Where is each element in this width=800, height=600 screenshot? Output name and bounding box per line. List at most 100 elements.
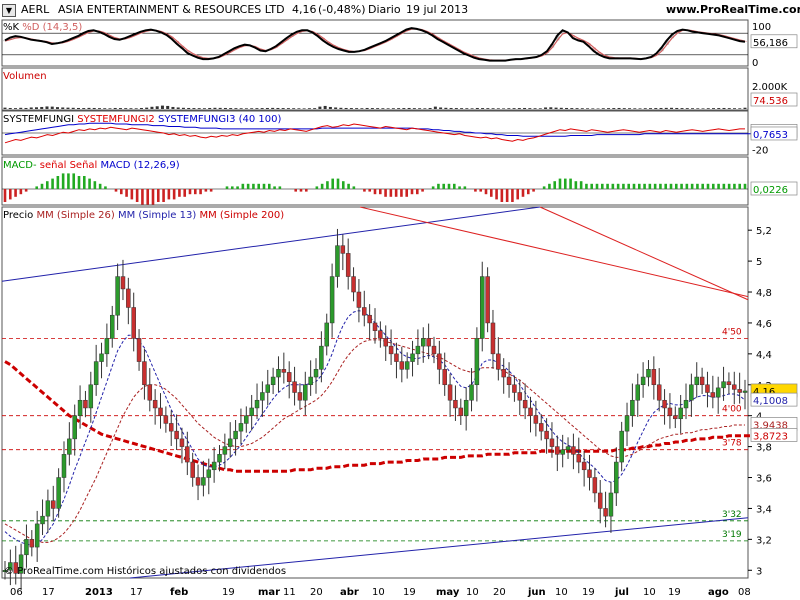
macd-histogram-bar <box>722 183 726 189</box>
macd-histogram-bar <box>347 183 350 189</box>
level-label-4: 3'19 <box>722 530 742 540</box>
candle-body <box>303 384 308 401</box>
candle-body <box>115 276 120 316</box>
macd-histogram-bar <box>368 189 372 192</box>
volume-bar <box>643 108 647 109</box>
stochastic-tick-100: 100 <box>752 22 771 33</box>
candle-body <box>673 415 678 420</box>
macd-histogram-bar <box>569 178 572 189</box>
volume-bar <box>481 108 485 109</box>
volume-bar <box>376 108 380 109</box>
macd-histogram-bar <box>294 189 298 192</box>
price-tick-11: 3 <box>756 566 762 577</box>
macd-legend-2: señal Señal <box>39 160 98 171</box>
x-tick-8: 20 <box>310 587 323 598</box>
volume-bar <box>412 108 416 109</box>
macd-histogram-bar <box>553 181 557 189</box>
macd-histogram-bar <box>273 186 276 189</box>
price-legend-4: MM (Simple 200) <box>199 210 285 221</box>
volume-bar <box>696 108 700 109</box>
macd-histogram-bar <box>664 183 668 189</box>
macd-histogram-bar <box>505 189 509 202</box>
volume-bar <box>365 107 369 109</box>
candle-body <box>109 314 115 339</box>
chart-canvas[interactable]: 100056,1862.000K74.5360-200,85220,76530,… <box>0 0 800 600</box>
price-tick-1: 5 <box>756 257 762 268</box>
volume-tick: 2.000K <box>752 82 788 93</box>
macd-histogram-bar <box>98 183 102 189</box>
candle-body <box>152 399 158 409</box>
candle-body <box>163 415 169 424</box>
volume-bar <box>3 107 7 109</box>
candle-body <box>77 399 83 416</box>
candle-body <box>732 384 737 390</box>
volume-bar <box>491 108 495 109</box>
macd-histogram-bar <box>622 183 625 189</box>
price-tick-9: 3,4 <box>756 504 772 515</box>
candle-body <box>292 381 297 393</box>
volume-bar <box>192 108 196 109</box>
candle-body <box>571 446 576 455</box>
volume-bar <box>512 108 516 109</box>
volume-bar <box>691 108 695 109</box>
candle-body <box>329 276 335 324</box>
volume-bar <box>402 108 406 109</box>
macd-histogram-bar <box>600 183 604 189</box>
candle-body <box>211 461 217 471</box>
volume-bar <box>685 108 689 109</box>
x-tick-4: feb <box>170 587 188 598</box>
volume-bar <box>181 107 185 109</box>
volume-bar <box>475 107 479 109</box>
candle-body <box>190 461 195 478</box>
macd-histogram-bar <box>204 189 208 192</box>
x-tick-13: 10 <box>466 587 479 598</box>
stochastic-legend: %K %D (14,3,5) <box>3 22 82 33</box>
volume-bar <box>34 107 38 109</box>
volume-bar <box>239 108 243 109</box>
price-legend-1: Precio <box>3 210 34 221</box>
volume-bar <box>502 108 506 109</box>
macd-histogram-bar <box>331 178 335 189</box>
volume-bar <box>596 108 600 109</box>
volume-bar <box>344 107 348 109</box>
systemfungi-legend-2: SYSTEMFUNGI2 <box>77 114 155 125</box>
candle-body <box>238 423 244 432</box>
volume-bar <box>601 108 605 109</box>
volume-panel <box>1 67 749 111</box>
volume-bar <box>586 108 590 109</box>
volume-bar <box>229 108 233 109</box>
macd-histogram-bar <box>236 186 239 189</box>
volume-bar <box>334 107 338 109</box>
candle-body <box>61 454 67 478</box>
volume-bar <box>250 108 254 109</box>
candle-body <box>710 392 716 398</box>
macd-histogram-bar <box>701 183 705 189</box>
candle-body <box>120 276 126 290</box>
candle-body <box>34 523 40 548</box>
price-tick-2: 4,8 <box>756 288 772 299</box>
macd-histogram-bar <box>167 189 171 200</box>
volume-bar <box>271 107 275 109</box>
macd-histogram-bar <box>585 183 588 189</box>
volume-bar <box>19 107 23 109</box>
candle-body <box>678 407 683 420</box>
volume-bar <box>591 108 595 109</box>
candle-body <box>544 430 549 440</box>
macd-histogram-bar <box>225 186 229 189</box>
macd-histogram-bar <box>743 183 747 189</box>
macd-histogram-bar <box>405 189 409 197</box>
volume-bar <box>612 108 616 109</box>
macd-histogram-bar <box>511 189 514 202</box>
volume-bar <box>8 107 12 109</box>
macd-histogram-bar <box>125 189 128 197</box>
candle-body <box>195 477 201 486</box>
candle-body <box>206 469 212 478</box>
volume-bar <box>234 108 238 109</box>
candle-body <box>201 477 206 486</box>
macd-histogram-bar <box>611 183 615 189</box>
volume-bar <box>433 106 437 109</box>
candle-body <box>624 415 630 432</box>
candle-body <box>614 461 619 494</box>
volume-bar <box>717 108 721 109</box>
volume-legend: Volumen <box>3 71 47 82</box>
